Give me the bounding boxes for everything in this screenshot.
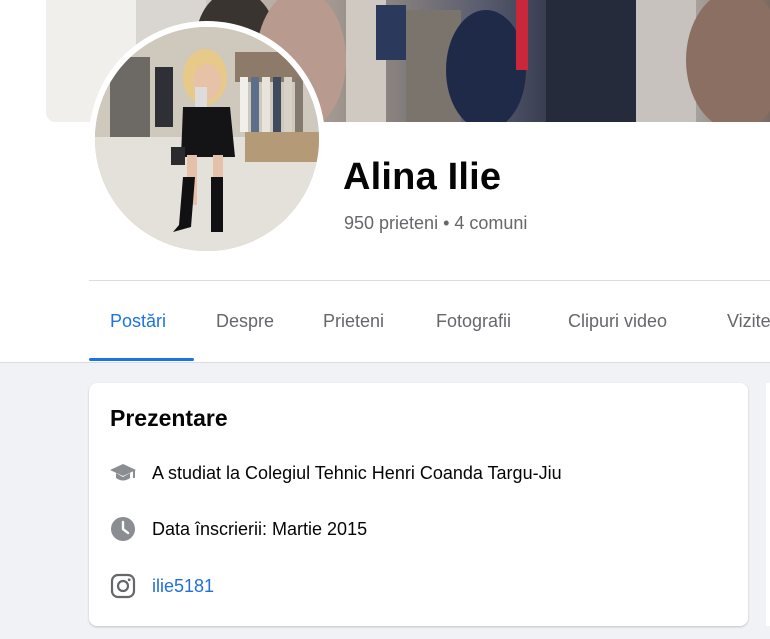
tab-videos[interactable]: Clipuri video	[568, 311, 667, 332]
intro-card: Prezentare A studiat la Colegiul Tehnic …	[89, 383, 748, 626]
tab-friends[interactable]: Prieteni	[323, 311, 384, 332]
joined-date-text: Data înscrierii: Martie 2015	[152, 519, 368, 539]
intro-item-education: A studiat la Colegiul Tehnic Henri Coand…	[109, 459, 729, 487]
tab-about[interactable]: Despre	[216, 311, 274, 332]
graduation-cap-icon	[110, 464, 136, 481]
instagram-link[interactable]: ilie5181	[152, 576, 214, 597]
intro-item-joined: Data înscrierii: Martie 2015	[109, 515, 729, 543]
tab-posts[interactable]: Postări	[110, 311, 166, 332]
profile-tabs: Postări Despre Prieteni Fotografii Clipu…	[89, 281, 770, 362]
tab-photos[interactable]: Fotografii	[436, 311, 511, 332]
side-card-edge	[766, 383, 770, 626]
intro-title: Prezentare	[110, 405, 228, 431]
friends-count-link[interactable]: 950 prieteni • 4 comuni	[344, 213, 527, 234]
profile-header: Alina Ilie 950 prieteni • 4 comuni Postă…	[0, 0, 770, 363]
tab-checkins[interactable]: Vizite	[727, 311, 770, 332]
education-text: A studiat la Colegiul Tehnic Henri Coand…	[152, 463, 562, 483]
intro-item-instagram: ilie5181	[109, 572, 729, 600]
clock-icon	[111, 517, 135, 541]
active-tab-indicator	[89, 358, 194, 361]
profile-name: Alina Ilie	[343, 156, 502, 198]
instagram-icon	[110, 573, 136, 599]
profile-avatar[interactable]	[95, 27, 319, 251]
